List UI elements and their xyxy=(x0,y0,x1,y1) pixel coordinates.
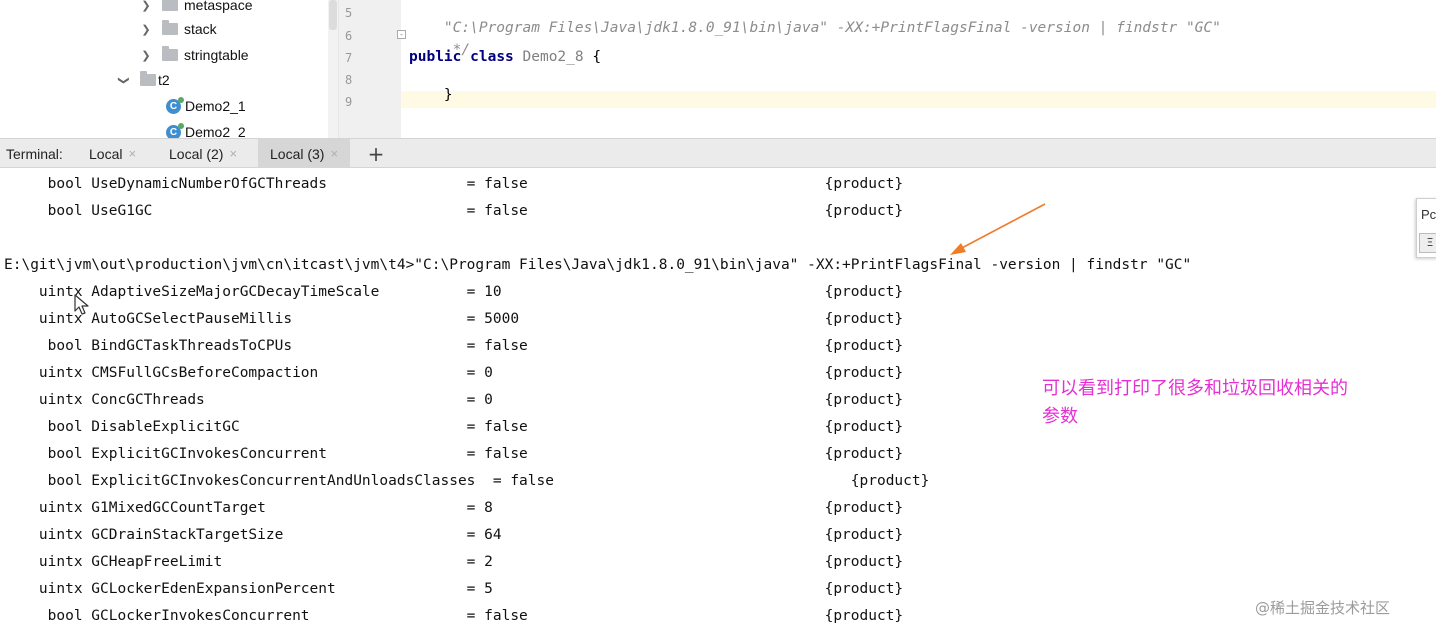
tree-item-label: stringtable xyxy=(184,47,249,63)
terminal-line: uintx AdaptiveSizeMajorGCDecayTimeScale … xyxy=(4,284,904,300)
annotation-line: 可以看到打印了很多和垃圾回收相关的 xyxy=(1042,378,1348,399)
close-icon[interactable]: × xyxy=(229,146,237,161)
watermark: @稀土掘金技术社区 xyxy=(1255,599,1391,617)
tree-item-stringtable[interactable]: ❯ stringtable xyxy=(140,43,249,67)
terminal-line: bool DisableExplicitGC = false {product} xyxy=(4,419,904,435)
fold-icon[interactable]: - xyxy=(397,30,406,39)
folder-icon xyxy=(162,46,178,61)
line-number: 6 xyxy=(345,29,353,43)
java-class-icon: C xyxy=(166,122,184,138)
terminal-line: bool GCLockerInvokesConcurrent = false {… xyxy=(4,608,904,624)
tree-item-demo2-2[interactable]: C Demo2_2 xyxy=(166,120,246,138)
line-number: 5 xyxy=(345,6,353,20)
terminal-line: uintx ConcGCThreads = 0 {product} xyxy=(4,392,904,408)
brace: } xyxy=(443,87,453,103)
terminal-tab-bar: Terminal: Local × Local (2) × Local (3) … xyxy=(0,138,1436,168)
terminal-title: Terminal: xyxy=(6,145,63,162)
chevron-right-icon[interactable]: ❯ xyxy=(140,49,152,62)
tree-scrollbar[interactable] xyxy=(328,0,338,138)
tab-label: Local (2) xyxy=(169,145,224,162)
terminal-line: bool ExplicitGCInvokesConcurrentAndUnloa… xyxy=(4,473,930,489)
terminal-line: bool UseG1GC = false {product} xyxy=(4,203,904,219)
brace: { xyxy=(592,49,602,65)
annotation-line: 参数 xyxy=(1042,406,1078,427)
tab-local-2[interactable]: Local (2) × xyxy=(161,139,245,168)
code-editor[interactable]: 5 6 7 8 9 - "C:\Program Files\Java\jdk1.… xyxy=(338,0,1436,138)
code-comment: "C:\Program Files\Java\jdk1.8.0_91\bin\j… xyxy=(443,20,1221,36)
project-tree: ❯ metaspace ❯ stack ❯ stringtable ❯ t2 C… xyxy=(0,0,328,138)
mouse-cursor-icon xyxy=(74,294,89,315)
code-line: public class Demo2_8 { xyxy=(409,49,601,65)
line-number: 9 xyxy=(345,95,353,109)
tree-item-metaspace[interactable]: ❯ metaspace xyxy=(140,0,252,17)
tree-item-t2[interactable]: ❯ t2 xyxy=(118,68,170,92)
tab-label: Local xyxy=(89,145,123,162)
class-name: Demo2_8 xyxy=(522,49,584,65)
tree-item-label: stack xyxy=(184,21,217,37)
caret-line-highlight xyxy=(401,91,1436,108)
side-popup[interactable]: Pc Ξ xyxy=(1416,198,1436,258)
folder-icon xyxy=(162,0,178,11)
terminal-line: bool BindGCTaskThreadsToCPUs = false {pr… xyxy=(4,338,904,354)
tab-label: Local (3) xyxy=(270,145,325,162)
scrollbar-thumb[interactable] xyxy=(329,0,337,30)
terminal-line: uintx AutoGCSelectPauseMillis = 5000 {pr… xyxy=(4,311,904,327)
chevron-right-icon[interactable]: ❯ xyxy=(140,23,152,36)
folder-icon xyxy=(140,71,156,86)
tree-item-demo2-1[interactable]: C Demo2_1 xyxy=(166,94,246,118)
tab-local[interactable]: Local × xyxy=(81,139,144,168)
chevron-down-icon[interactable]: ❯ xyxy=(118,74,131,86)
terminal-line: uintx GCDrainStackTargetSize = 64 {produ… xyxy=(4,527,904,543)
code-line: } xyxy=(409,71,453,119)
tree-item-label: metaspace xyxy=(184,0,253,13)
line-number: 7 xyxy=(345,51,353,65)
close-icon[interactable]: × xyxy=(128,146,136,161)
annotation-note: 可以看到打印了很多和垃圾回收相关的 参数 xyxy=(1042,375,1392,431)
code-line: "C:\Program Files\Java\jdk1.8.0_91\bin\j… xyxy=(409,4,1221,52)
line-number: 8 xyxy=(345,73,353,87)
new-tab-button[interactable]: + xyxy=(364,139,388,168)
popup-label: Pc xyxy=(1421,207,1436,222)
keyword: class xyxy=(470,49,514,65)
close-icon[interactable]: × xyxy=(330,146,338,161)
tree-item-label: Demo2_1 xyxy=(185,98,246,114)
tree-item-label: Demo2_2 xyxy=(185,124,246,138)
chevron-right-icon[interactable]: ❯ xyxy=(140,0,152,12)
terminal-line: uintx CMSFullGCsBeforeCompaction = 0 {pr… xyxy=(4,365,904,381)
terminal-label: Terminal: xyxy=(6,139,63,168)
terminal-line: bool UseDynamicNumberOfGCThreads = false… xyxy=(4,176,904,192)
keyword: public xyxy=(409,49,462,65)
tree-item-stack[interactable]: ❯ stack xyxy=(140,17,217,41)
folder-icon xyxy=(162,20,178,35)
terminal-line: uintx GCHeapFreeLimit = 2 {product} xyxy=(4,554,904,570)
line-gutter xyxy=(339,0,401,138)
terminal-line: uintx G1MixedGCCountTarget = 8 {product} xyxy=(4,500,904,516)
terminal-line: uintx GCLockerEdenExpansionPercent = 5 {… xyxy=(4,581,904,597)
terminal-line: bool ExplicitGCInvokesConcurrent = false… xyxy=(4,446,904,462)
popup-button[interactable]: Ξ xyxy=(1419,233,1436,253)
terminal-line: E:\git\jvm\out\production\jvm\cn\itcast\… xyxy=(4,257,1192,273)
tree-item-label: t2 xyxy=(158,72,170,88)
java-class-icon: C xyxy=(166,96,184,114)
tab-local-3[interactable]: Local (3) × xyxy=(258,139,351,168)
